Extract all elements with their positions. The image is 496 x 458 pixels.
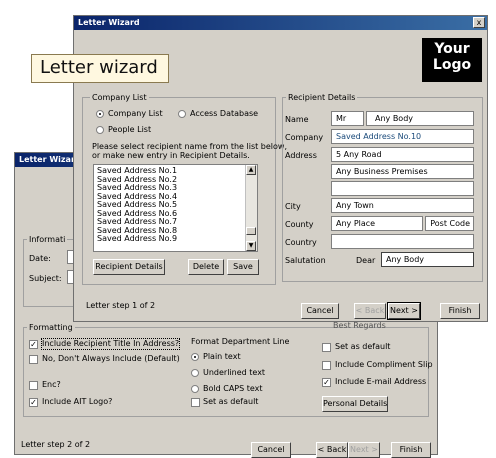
delete-button[interactable]: Delete xyxy=(188,259,224,275)
format-department-label: Format Department Line xyxy=(191,337,290,346)
include-recipient-title-label: Include Recipient Title In Address? xyxy=(40,338,181,350)
recipient-details-group-label: Recipient Details xyxy=(286,93,358,102)
enc-label: Enc? xyxy=(42,380,61,389)
country-label: Country xyxy=(285,238,317,247)
compliment-slip-checkbox[interactable] xyxy=(322,361,331,370)
dept-set-default-label: Set as default xyxy=(203,397,259,406)
personal-details-button[interactable]: Personal Details xyxy=(322,396,388,412)
front-cancel-button[interactable]: Cancel xyxy=(301,303,339,319)
underlined-text-radio[interactable] xyxy=(191,369,199,377)
company-list-radio-label: Company List xyxy=(108,109,163,118)
back-back-button[interactable]: < Back xyxy=(316,442,348,458)
company-list-radio[interactable] xyxy=(96,110,104,118)
plain-text-label: Plain text xyxy=(203,352,241,361)
address-line-2-field[interactable]: Any Business Premises xyxy=(331,164,474,179)
logo-line-1: Your xyxy=(434,41,470,57)
saved-address-item[interactable]: Saved Address No.9 xyxy=(94,234,257,244)
back-next-button[interactable]: Next > xyxy=(348,442,380,458)
country-field[interactable] xyxy=(331,234,474,249)
address-line-1-field[interactable]: 5 Any Road xyxy=(331,147,474,162)
no-dont-include-checkbox[interactable] xyxy=(29,355,38,364)
back-finish-button[interactable]: Finish xyxy=(391,442,431,458)
address-label: Address xyxy=(285,151,317,160)
dept-set-default-checkbox[interactable] xyxy=(191,398,200,407)
saved-address-listbox[interactable]: Saved Address No.1 Saved Address No.2 Save… xyxy=(93,164,258,252)
scroll-thumb[interactable] xyxy=(246,227,256,235)
bold-caps-label: Bold CAPS text xyxy=(203,384,263,393)
city-field[interactable]: Any Town xyxy=(331,198,474,213)
front-window-titlebar: Letter Wizard xyxy=(74,16,487,30)
salutation-prefix: Dear xyxy=(356,256,376,265)
company-field[interactable]: Saved Address No.10 xyxy=(331,129,474,144)
best-regards-text: Best Regards xyxy=(333,321,386,330)
company-list-group-label: Company List xyxy=(90,93,149,102)
front-finish-button[interactable]: Finish xyxy=(440,303,480,319)
scroll-down-icon[interactable]: ▼ xyxy=(246,241,256,251)
access-database-radio[interactable] xyxy=(178,110,186,118)
back-cancel-button[interactable]: Cancel xyxy=(251,442,291,458)
access-database-radio-label: Access Database xyxy=(190,109,259,118)
include-recipient-title-checkbox[interactable]: ✓ xyxy=(29,340,38,349)
address-line-3-field[interactable] xyxy=(331,181,474,196)
title-field[interactable]: Mr xyxy=(331,111,364,126)
scroll-up-icon[interactable]: ▲ xyxy=(246,165,256,175)
salutation-field[interactable]: Any Body xyxy=(381,252,474,267)
county-field[interactable]: Any Place xyxy=(331,216,423,231)
logo-line-2: Logo xyxy=(432,57,472,73)
listbox-scrollbar[interactable]: ▲ ▼ xyxy=(245,165,257,251)
set-default-checkbox[interactable] xyxy=(322,343,331,352)
set-default-label: Set as default xyxy=(335,342,391,351)
instruction-line-2: or make new entry in Recipient Details. xyxy=(92,151,250,160)
front-next-button[interactable]: Next > xyxy=(387,302,421,320)
close-icon[interactable]: x xyxy=(473,17,485,28)
underlined-text-label: Underlined text xyxy=(203,368,266,377)
save-button[interactable]: Save xyxy=(227,259,259,275)
city-label: City xyxy=(285,202,301,211)
salutation-label: Salutation xyxy=(285,256,326,265)
date-label: Date: xyxy=(29,254,51,263)
company-label: Company xyxy=(285,133,324,142)
recipient-details-button[interactable]: Recipient Details xyxy=(93,259,165,275)
people-list-radio-label: People List xyxy=(108,125,152,134)
your-logo-image: Your Logo xyxy=(422,38,482,82)
subject-label: Subject: xyxy=(29,274,62,283)
front-step-text: Letter step 1 of 2 xyxy=(86,301,156,310)
include-ait-logo-checkbox[interactable]: ✓ xyxy=(29,398,38,407)
formatting-group-label: Formatting xyxy=(27,323,75,332)
people-list-radio[interactable] xyxy=(96,126,104,134)
name-field[interactable]: Any Body xyxy=(366,111,474,126)
county-label: County xyxy=(285,220,314,229)
back-step-text: Letter step 2 of 2 xyxy=(21,440,91,449)
letter-wizard-callout: Letter wizard xyxy=(31,54,169,83)
email-address-checkbox[interactable]: ✓ xyxy=(322,378,331,387)
plain-text-radio[interactable] xyxy=(191,353,199,361)
front-back-button[interactable]: < Back xyxy=(354,303,386,319)
enc-checkbox[interactable] xyxy=(29,381,38,390)
information-group-label: Informati xyxy=(27,235,68,244)
email-address-label: Include E-mail Address xyxy=(335,377,427,386)
no-dont-include-label: No, Don't Always Include (Default) xyxy=(42,354,180,363)
name-label: Name xyxy=(285,115,309,124)
bold-caps-radio[interactable] xyxy=(191,385,199,393)
postcode-field[interactable]: Post Code xyxy=(425,216,474,231)
include-ait-logo-label: Include AIT Logo? xyxy=(42,397,113,406)
compliment-slip-label: Include Compliment Slip xyxy=(335,360,433,369)
